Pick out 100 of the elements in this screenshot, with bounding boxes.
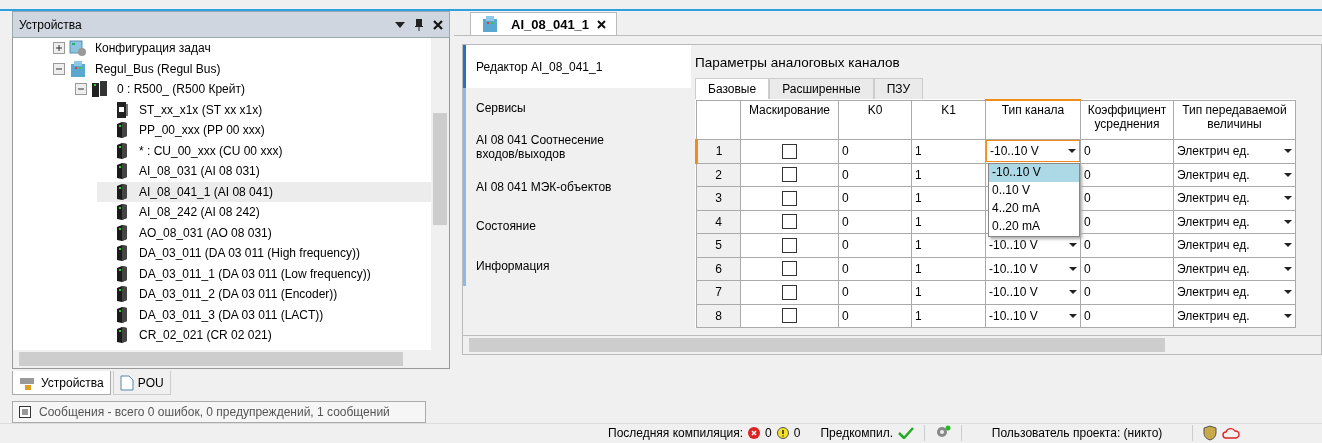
row-header[interactable]: 7 [696,280,741,304]
caret-icon [1069,266,1077,271]
caret-icon [1068,149,1076,154]
horizontal-scrollbar[interactable] [462,336,1322,355]
document-tab[interactable]: AI_08_041_1 [470,12,618,35]
tree-item[interactable]: AI_08_242 (AI 08 242) [97,202,431,223]
close-icon[interactable] [597,19,607,29]
checkbox[interactable] [782,261,797,277]
tab[interactable]: ПЗУ [873,78,924,99]
row-header[interactable]: 3 [696,186,741,210]
dropdown-field[interactable]: Электрич ед. [1174,210,1295,233]
tree-item[interactable]: AI_08_031 (AI 08 031) [97,161,431,182]
table-cell: 0 [1080,139,1174,163]
checkbox[interactable] [782,167,797,183]
dropdown-field[interactable]: Электрич ед. [1174,163,1295,186]
row-header[interactable]: 6 [696,257,741,281]
dropdown-field[interactable]: Электрич ед. [1174,281,1295,304]
caret-icon [1069,313,1077,318]
dropdown-field[interactable]: -10..10 V [986,234,1080,257]
tab[interactable]: Базовые [695,78,770,99]
table-cell: 1 [911,257,986,281]
dropdown-icon[interactable] [395,21,405,28]
crate-icon [91,80,109,99]
table-cell: 1 [911,280,986,304]
nav-item[interactable]: Редактор AI_08_041_1 [463,45,691,88]
checkbox[interactable] [782,308,797,324]
dropdown-field[interactable]: Электрич ед. [1174,304,1295,327]
dropdown-field[interactable]: Электрич ед. [1174,234,1295,257]
table-cell: 0 [1080,304,1174,328]
expand-icon[interactable] [53,42,65,55]
caret-icon [1284,149,1292,154]
shield-icon[interactable] [1203,425,1218,441]
tree-item[interactable]: DA_03_011_3 (DA 03 011 (LACT)) [97,304,431,325]
checkbox[interactable] [782,237,797,253]
caret-icon [1284,172,1292,177]
panel-title: Устройства [19,17,83,32]
close-icon[interactable] [433,19,443,30]
vertical-scrollbar[interactable] [431,38,449,350]
tree-item[interactable]: 0 : R500_ (R500 Крейт) [75,79,431,100]
table-cell: 0 [1080,280,1174,304]
table-cell: 1 [911,139,986,163]
column-header: Тип передаваемой величины [1173,100,1296,140]
row-header[interactable]: 1 [696,139,741,163]
table-cell: 0 [838,233,912,257]
bus-icon [69,59,87,78]
dropdown-field[interactable]: -10..10 V [986,304,1080,327]
dropdown-field[interactable]: -10..10 V [986,281,1080,304]
caret-icon [1284,243,1292,248]
panel-tab[interactable]: POU [112,371,171,395]
tree-item[interactable]: PP_00_xxx (PP 00 xxx) [97,120,431,141]
caret-icon [1069,290,1077,295]
pin-icon[interactable] [415,18,423,31]
checkbox[interactable] [782,284,797,300]
error-icon [748,427,761,439]
status-text: Предкомпил. [820,426,894,440]
tree-item[interactable]: CR_02_021 (CR 02 021) [97,325,431,346]
collapse-icon[interactable] [53,62,65,75]
cloud-icon[interactable] [1222,426,1241,440]
tree-item[interactable]: DA_03_011_1 (DA 03 011 (Low frequency)) [97,263,431,284]
tree-item[interactable]: Regul_Bus (Regul Bus) [53,58,431,79]
tree-item[interactable]: ST_xx_x1x (ST xx x1x) [97,99,431,120]
checkbox[interactable] [782,190,797,206]
tree-item[interactable]: DA_03_011_2 (DA 03 011 (Encoder)) [97,284,431,305]
row-header[interactable]: 8 [696,304,741,328]
dropdown-field[interactable]: Электрич ед. [1174,257,1295,280]
table-cell: 0 [838,163,912,187]
row-header[interactable]: 4 [696,210,741,234]
collapse-icon[interactable] [75,83,87,96]
status-text: Последняя компиляция: [608,426,744,440]
tree-item[interactable]: AI_08_041_1 (AI 08 041) [97,181,431,202]
dropdown-option[interactable]: 4..20 mA [989,200,1079,218]
dropdown-field[interactable]: Электрич ед. [1174,187,1295,210]
checkbox[interactable] [782,214,797,230]
dropdown-option[interactable]: -10..10 V [989,164,1079,182]
table-cell: 0 [838,186,912,210]
warning-icon [776,427,789,439]
row-header[interactable]: 2 [696,163,741,187]
tree-item[interactable]: Конфигурация задач [53,38,431,59]
tree-item[interactable]: AO_08_031 (AO 08 031) [97,222,431,243]
table-cell: 0 [838,280,912,304]
column-header: K0 [838,100,912,140]
table-cell: 1 [911,233,986,257]
caret-icon [1284,196,1292,201]
dropdown-field[interactable]: -10..10 V [986,257,1080,280]
tree-item[interactable]: DA_03_011 (DA 03 011 (High frequency)) [97,243,431,264]
tab[interactable]: Расширенные [769,78,874,99]
row-header[interactable]: 5 [696,233,741,257]
dropdown-option[interactable]: 0..10 V [989,182,1079,200]
column-header: K1 [911,100,986,140]
horizontal-scrollbar[interactable] [12,350,450,369]
checkbox[interactable] [782,143,797,159]
caret-icon [1069,243,1077,248]
tree-item[interactable]: * : CU_00_xxx (CU 00 xxx) [97,140,431,161]
messages-tab[interactable]: Сообщения - всего 0 ошибок, 0 предупреждений, 1 сообщений [12,401,426,423]
panel-tab[interactable]: Устройства [12,371,111,395]
table-cell: 0 [838,304,912,328]
warning-count: 0 [793,426,801,440]
column-header: Тип канала [985,100,1081,140]
dropdown-field[interactable]: -10..10 V [986,140,1080,163]
dropdown-field[interactable]: Электрич ед. [1174,140,1295,163]
